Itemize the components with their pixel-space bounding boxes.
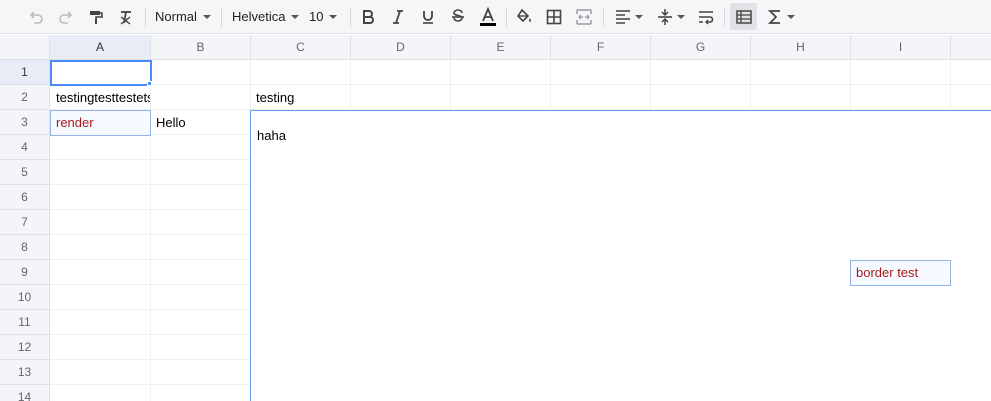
valign-icon bbox=[657, 8, 672, 25]
column-header-a[interactable]: A bbox=[50, 35, 151, 60]
row-header-10[interactable]: 10 bbox=[0, 285, 50, 310]
merge-cells-icon bbox=[576, 8, 592, 25]
italic-icon bbox=[393, 9, 403, 24]
fill-handle[interactable] bbox=[147, 81, 152, 86]
italic-button[interactable] bbox=[386, 3, 410, 30]
column-header-c[interactable]: C bbox=[251, 35, 351, 60]
row-header-7[interactable]: 7 bbox=[0, 210, 50, 235]
style-select-value: Normal bbox=[155, 9, 197, 24]
bold-button[interactable] bbox=[356, 3, 380, 30]
fill-color-icon bbox=[516, 8, 531, 22]
chevron-down-icon bbox=[634, 14, 643, 19]
chevron-down-icon bbox=[786, 14, 795, 19]
freeze-button[interactable] bbox=[730, 3, 757, 30]
undo-button[interactable] bbox=[24, 3, 48, 30]
sum-button[interactable] bbox=[762, 3, 798, 30]
row-header-2[interactable]: 2 bbox=[0, 85, 50, 110]
cell-a1-selection[interactable] bbox=[50, 60, 152, 86]
column-header-h[interactable]: H bbox=[751, 35, 851, 60]
select-all-corner[interactable] bbox=[0, 35, 50, 60]
toolbar: Normal Helvetica 10 bbox=[0, 0, 991, 34]
row-header-14[interactable]: 14 bbox=[0, 385, 50, 401]
paint-format-button[interactable] bbox=[84, 3, 108, 30]
wrap-text-button[interactable] bbox=[694, 3, 718, 30]
underline-icon bbox=[423, 10, 433, 24]
row-header-6[interactable]: 6 bbox=[0, 185, 50, 210]
align-icon bbox=[615, 9, 630, 24]
column-header-i[interactable]: I bbox=[851, 35, 951, 60]
toolbar-separator bbox=[145, 7, 146, 27]
cell-a2[interactable]: testingtesttestetsetset bbox=[50, 85, 150, 110]
strikethrough-icon bbox=[452, 8, 464, 22]
sum-icon bbox=[767, 9, 780, 24]
valign-button[interactable] bbox=[652, 3, 688, 30]
strikethrough-button[interactable] bbox=[446, 3, 470, 30]
column-header-e[interactable]: E bbox=[451, 35, 551, 60]
row-header-9[interactable]: 9 bbox=[0, 260, 50, 285]
row-header-5[interactable]: 5 bbox=[0, 160, 50, 185]
toolbar-separator bbox=[506, 7, 507, 27]
paint-format-icon bbox=[90, 10, 103, 24]
redo-icon bbox=[59, 10, 73, 24]
chevron-down-icon bbox=[329, 14, 338, 19]
row-header-8[interactable]: 8 bbox=[0, 235, 50, 260]
wrap-text-icon bbox=[699, 10, 714, 24]
toolbar-separator bbox=[724, 7, 725, 27]
cell-i9: border test bbox=[856, 265, 919, 280]
text-color-icon bbox=[480, 6, 496, 26]
column-header-d[interactable]: D bbox=[351, 35, 451, 60]
borders-icon bbox=[546, 9, 562, 24]
spreadsheet: A B C D E F G H I 1 2 3 4 5 6 7 8 9 10 1… bbox=[0, 35, 991, 401]
cell-grid[interactable]: haha render border test testingtestteste… bbox=[50, 60, 991, 401]
merge-cells-button[interactable] bbox=[572, 3, 596, 30]
chevron-down-icon bbox=[202, 14, 211, 19]
font-select-value: Helvetica bbox=[232, 9, 286, 24]
cell-a3: render bbox=[56, 115, 94, 130]
borders-button[interactable] bbox=[542, 3, 566, 30]
underline-button[interactable] bbox=[416, 3, 440, 30]
cell-b3[interactable]: Hello bbox=[150, 110, 250, 134]
row-header-1[interactable]: 1 bbox=[0, 60, 50, 85]
style-select[interactable]: Normal bbox=[152, 3, 214, 30]
clear-format-button[interactable] bbox=[114, 3, 138, 30]
undo-icon bbox=[29, 10, 43, 24]
fill-color-button[interactable] bbox=[512, 3, 536, 30]
column-header-f[interactable]: F bbox=[551, 35, 651, 60]
size-select[interactable]: 10 bbox=[306, 3, 344, 30]
cell-c3: haha bbox=[257, 128, 286, 143]
text-color-button[interactable] bbox=[476, 3, 500, 30]
column-header-b[interactable]: B bbox=[151, 35, 251, 60]
column-header-blank[interactable] bbox=[951, 35, 991, 60]
freeze-icon bbox=[735, 9, 752, 24]
merged-cell-c3[interactable]: haha bbox=[250, 110, 991, 401]
cell-c2[interactable]: testing bbox=[250, 85, 350, 110]
column-header-g[interactable]: G bbox=[651, 35, 751, 60]
clear-format-icon bbox=[120, 10, 131, 25]
toolbar-separator bbox=[221, 7, 222, 27]
font-select[interactable]: Helvetica bbox=[229, 3, 301, 30]
row-header-4[interactable]: 4 bbox=[0, 135, 50, 160]
redo-button[interactable] bbox=[54, 3, 78, 30]
chevron-down-icon bbox=[676, 14, 685, 19]
align-button[interactable] bbox=[610, 3, 646, 30]
toolbar-separator bbox=[350, 7, 351, 27]
toolbar-separator bbox=[603, 7, 604, 27]
chevron-down-icon bbox=[291, 14, 300, 19]
size-select-value: 10 bbox=[309, 9, 324, 24]
row-header-12[interactable]: 12 bbox=[0, 335, 50, 360]
row-header-3[interactable]: 3 bbox=[0, 110, 50, 135]
row-header-13[interactable]: 13 bbox=[0, 360, 50, 385]
row-header-11[interactable]: 11 bbox=[0, 310, 50, 335]
bold-icon bbox=[363, 9, 374, 24]
